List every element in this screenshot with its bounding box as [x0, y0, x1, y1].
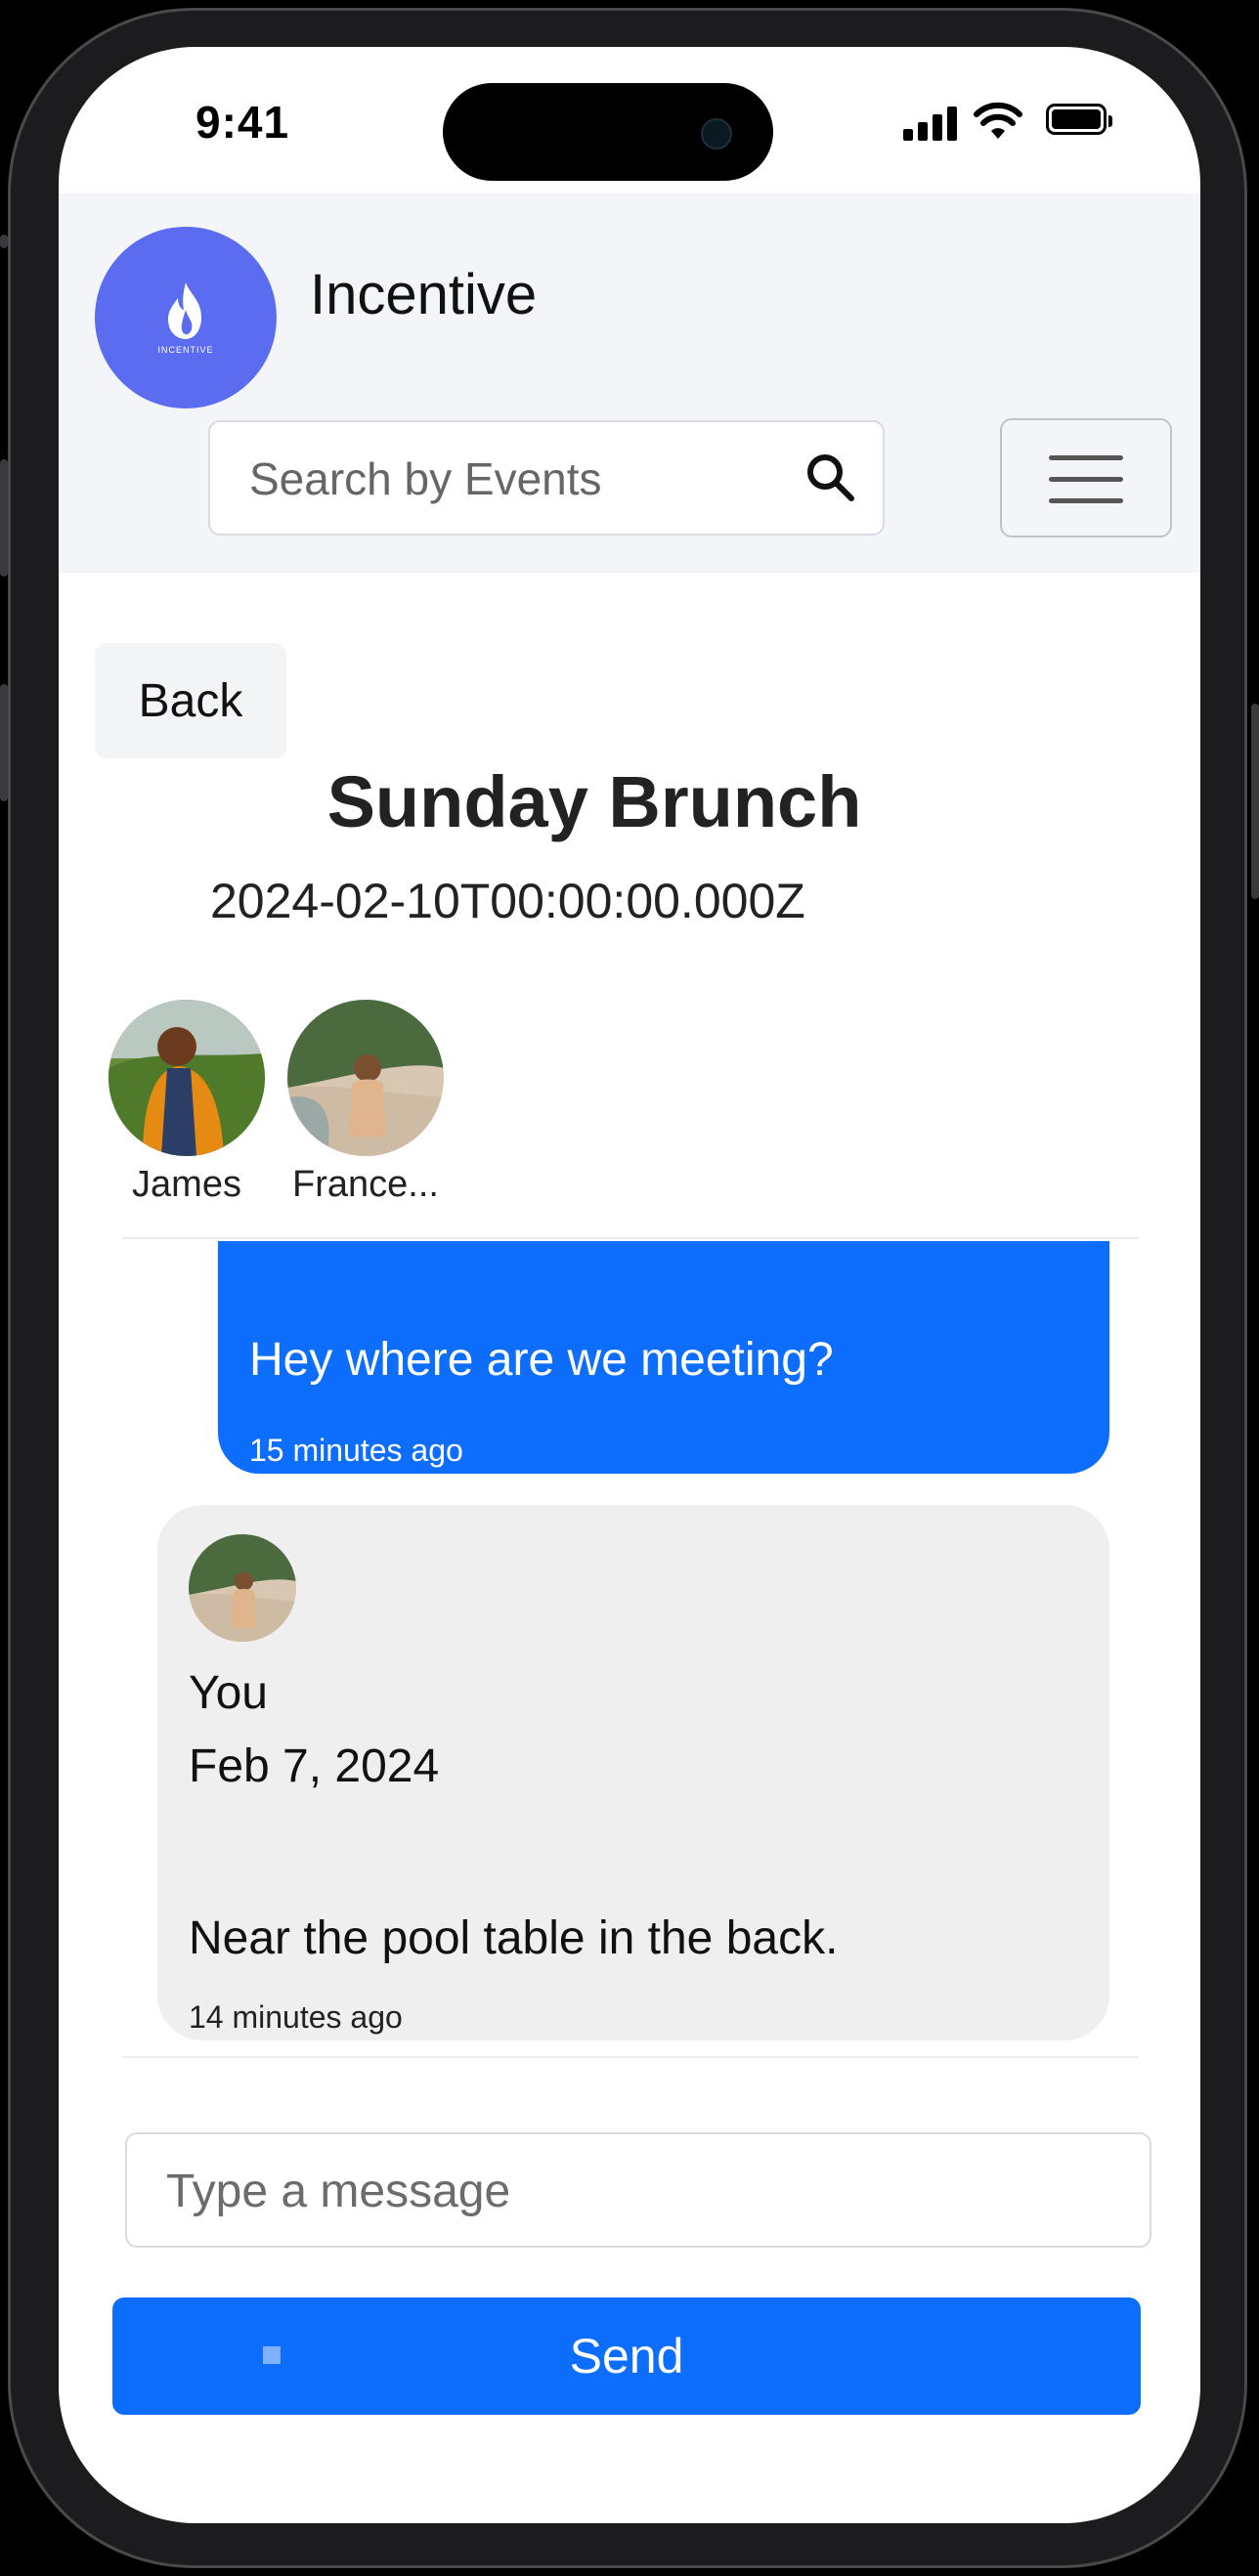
app-logo[interactable]: INCENTIVE	[95, 227, 277, 408]
status-bar: 9:41	[59, 47, 1200, 193]
battery-icon	[1046, 104, 1112, 135]
flame-icon	[168, 282, 201, 339]
message-date: Feb 7, 2024	[189, 1740, 440, 1792]
message-input[interactable]	[164, 2164, 1107, 2219]
chat-bottom-divider	[122, 2056, 1139, 2058]
volume-up-button	[0, 459, 8, 577]
message-timestamp: 15 minutes ago	[249, 1433, 463, 1468]
volume-down-button	[0, 684, 8, 801]
camera-lens	[701, 118, 732, 150]
event-date: 2024-02-10T00:00:00.000Z	[210, 874, 805, 928]
menu-line-icon	[1049, 455, 1123, 460]
send-button[interactable]: Send	[112, 2297, 1141, 2415]
message-box[interactable]	[125, 2132, 1151, 2248]
cellular-signal-icon	[903, 106, 958, 141]
phone-screen: 9:41 INCENTIVE Incentive Search by Event…	[59, 47, 1200, 2523]
hamburger-menu-button[interactable]	[1000, 418, 1172, 537]
action-button	[0, 235, 8, 248]
search-input[interactable]	[247, 451, 779, 506]
app-header: INCENTIVE Incentive	[59, 193, 1200, 573]
received-message-bubble: You Feb 7, 2024 Near the pool table in t…	[157, 1505, 1109, 2040]
loading-indicator-icon	[263, 2346, 281, 2364]
menu-line-icon	[1049, 477, 1123, 482]
participant-france[interactable]: France...	[287, 1000, 444, 1206]
dynamic-island	[443, 83, 773, 181]
message-text: Near the pool table in the back.	[189, 1912, 839, 1964]
power-button	[1251, 704, 1259, 899]
logo-text: INCENTIVE	[157, 345, 214, 355]
message-sender: You	[189, 1667, 268, 1719]
avatar[interactable]	[287, 1000, 444, 1156]
message-timestamp: 14 minutes ago	[189, 1999, 403, 2035]
avatar	[189, 1534, 296, 1642]
participant-name: James	[132, 1164, 241, 1205]
back-button[interactable]: Back	[95, 643, 286, 758]
send-label: Send	[569, 2329, 684, 2383]
participant-name: France...	[292, 1164, 439, 1205]
brand-name: Incentive	[310, 263, 538, 326]
avatar[interactable]	[109, 1000, 265, 1156]
participant-james[interactable]: James	[109, 1000, 265, 1206]
wifi-icon	[974, 102, 1022, 139]
event-title: Sunday Brunch	[326, 761, 862, 842]
message-text: Hey where are we meeting?	[249, 1334, 834, 1386]
chat-top-divider	[122, 1237, 1139, 1239]
search-box[interactable]	[208, 420, 885, 536]
sent-message-bubble: Hey where are we meeting? 15 minutes ago	[218, 1241, 1109, 1474]
status-time: 9:41	[195, 97, 290, 148]
search-icon[interactable]	[803, 450, 857, 504]
menu-line-icon	[1049, 498, 1123, 503]
